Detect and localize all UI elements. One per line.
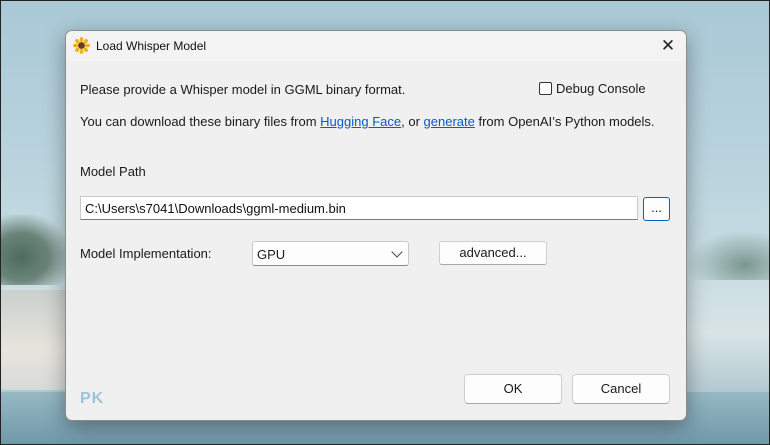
model-implementation-label: Model Implementation:: [80, 246, 212, 261]
advanced-button[interactable]: advanced...: [439, 241, 547, 265]
close-icon[interactable]: ✕: [653, 34, 683, 58]
model-implementation-select[interactable]: GPU: [252, 241, 409, 266]
selected-implementation: GPU: [257, 247, 286, 262]
download-text-suffix: from OpenAI’s Python models.: [474, 114, 655, 129]
load-model-dialog: Load Whisper Model ✕ Please provide a Wh…: [65, 30, 687, 421]
download-info-text: You can download these binary files from…: [80, 113, 670, 131]
debug-console-checkbox[interactable]: Debug Console: [539, 81, 646, 96]
browse-button[interactable]: ...: [643, 197, 670, 221]
background-trees: [0, 215, 70, 285]
ok-button[interactable]: OK: [464, 374, 562, 404]
model-path-label: Model Path: [80, 164, 146, 179]
generate-link[interactable]: generate: [424, 114, 475, 129]
title-bar: Load Whisper Model ✕: [66, 31, 686, 61]
cancel-button[interactable]: Cancel: [572, 374, 670, 404]
chevron-down-icon: [391, 246, 403, 258]
watermark: PK: [80, 390, 105, 407]
download-text-middle: , or: [401, 114, 424, 129]
dialog-title: Load Whisper Model: [96, 39, 207, 53]
sunflower-icon: [73, 37, 90, 54]
download-text-prefix: You can download these binary files from: [80, 114, 321, 129]
intro-text: Please provide a Whisper model in GGML b…: [80, 82, 406, 97]
checkbox-box[interactable]: [539, 82, 552, 95]
background-trees-right: [686, 230, 770, 280]
hugging-face-link[interactable]: Hugging Face: [320, 114, 401, 129]
debug-console-label[interactable]: Debug Console: [556, 81, 646, 96]
background-beach: [0, 290, 66, 390]
model-path-input[interactable]: [80, 196, 638, 220]
